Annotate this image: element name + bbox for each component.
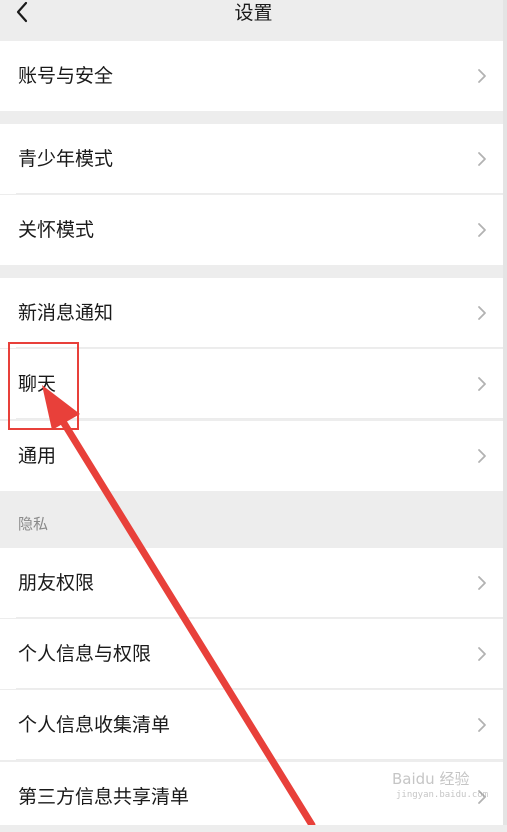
chevron-right-icon <box>478 306 486 320</box>
scroll-edge <box>503 0 507 825</box>
settings-item-label: 个人信息与权限 <box>18 643 152 665</box>
divider <box>16 418 503 419</box>
chevron-right-icon <box>478 647 486 661</box>
divider <box>16 347 503 348</box>
settings-item-label: 新消息通知 <box>18 302 114 324</box>
divider <box>16 759 503 760</box>
settings-item-label: 个人信息收集清单 <box>18 714 171 736</box>
settings-item-teen-mode[interactable]: 青少年模式 <box>0 124 503 194</box>
settings-item-label: 通用 <box>18 445 57 467</box>
settings-item-label: 青少年模式 <box>18 148 114 170</box>
chevron-right-icon <box>478 377 486 391</box>
settings-item-friend-permissions[interactable]: 朋友权限 <box>0 548 503 618</box>
annotation-highlight-box <box>8 342 79 430</box>
settings-item-care-mode[interactable]: 关怀模式 <box>0 195 503 265</box>
settings-item-label: 朋友权限 <box>18 572 95 594</box>
settings-item-label: 关怀模式 <box>18 219 95 241</box>
settings-item-general[interactable]: 通用 <box>0 421 503 491</box>
chevron-right-icon <box>478 718 486 732</box>
chevron-right-icon <box>478 449 486 463</box>
divider <box>16 617 503 618</box>
chevron-right-icon <box>478 576 486 590</box>
settings-item-personal-info-permissions[interactable]: 个人信息与权限 <box>0 619 503 689</box>
section-title: 隐私 <box>18 515 49 533</box>
watermark-subtext: jingyan.baidu.com <box>396 790 489 800</box>
settings-item-label: 账号与安全 <box>18 65 114 87</box>
settings-item-personal-info-collection[interactable]: 个人信息收集清单 <box>0 690 503 760</box>
watermark-text: Baidu 经验 <box>392 770 470 788</box>
chevron-right-icon <box>478 152 486 166</box>
divider <box>16 688 503 689</box>
section-header-privacy: 隐私 <box>0 492 503 547</box>
chevron-right-icon <box>478 69 486 83</box>
settings-item-new-message-notification[interactable]: 新消息通知 <box>0 278 503 348</box>
settings-item-account-security[interactable]: 账号与安全 <box>0 41 503 111</box>
page-title: 设置 <box>234 2 273 24</box>
divider <box>16 193 503 194</box>
top-bar: 设置 <box>0 0 507 40</box>
settings-item-label: 第三方信息共享清单 <box>18 786 190 808</box>
chevron-right-icon <box>478 223 486 237</box>
